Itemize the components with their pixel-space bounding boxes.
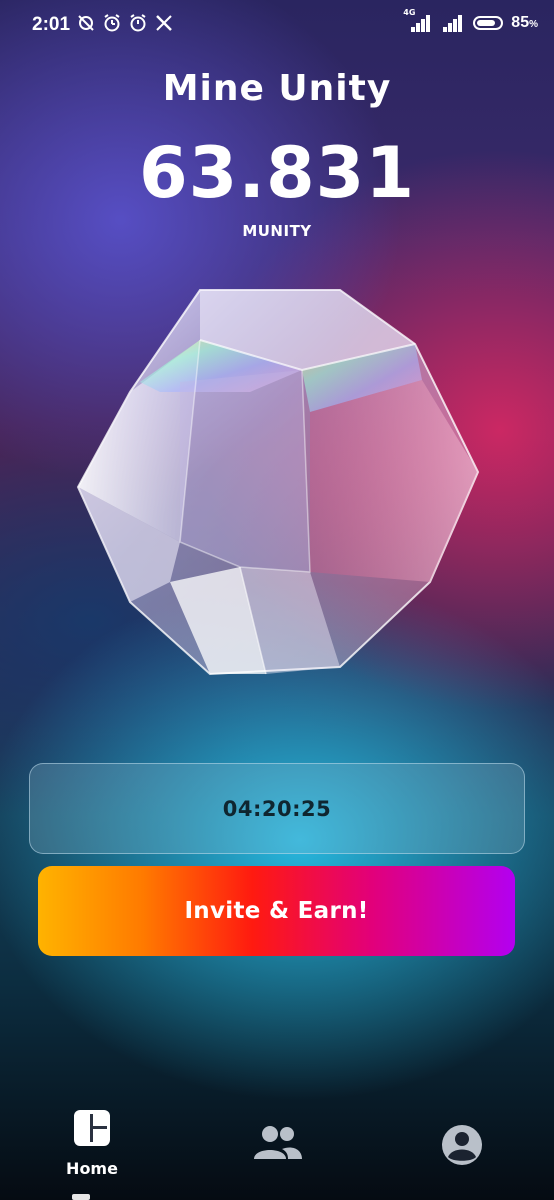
nav-home-label: Home [66,1159,118,1178]
nav-profile[interactable] [440,1123,484,1167]
crystal-gem-image [76,289,480,676]
home-indicator [72,1194,90,1200]
battery-percent: 85% [511,14,538,31]
page-title: Mine Unity [162,68,392,109]
status-time: 2:01 [32,14,71,35]
invite-earn-button[interactable]: Invite & Earn! [38,866,515,956]
x-icon [156,15,172,31]
nav-friends[interactable] [252,1123,304,1163]
battery-icon [473,16,504,30]
nav-home[interactable]: Home [52,1109,132,1189]
network-type: 4G [403,8,416,17]
status-bar: 2:01 4G 85% [0,0,554,50]
invite-earn-label: Invite & Earn! [184,898,369,924]
people-icon [254,1126,302,1159]
alarm-icon [130,14,146,32]
status-notification-icons [76,13,174,33]
status-right: 4G 85% [403,8,538,32]
mining-timer: 04:20:25 [29,763,525,854]
timer-value: 04:20:25 [222,796,332,821]
cellular-signal-icon: 4G [403,8,431,32]
no-sync-icon [78,15,94,31]
balance-unit: MUNITY [242,222,312,240]
balance-value: 63.831 [138,132,416,214]
account-circle-icon [442,1125,482,1165]
cellular-signal-icon [439,14,465,32]
bottom-nav: Home [0,1085,554,1200]
app-screen: 2:01 4G 85% Mine Unity 63.831 MUNITY 04:… [0,0,554,1200]
dashboard-icon [74,1110,110,1146]
alarm-icon [104,14,120,32]
